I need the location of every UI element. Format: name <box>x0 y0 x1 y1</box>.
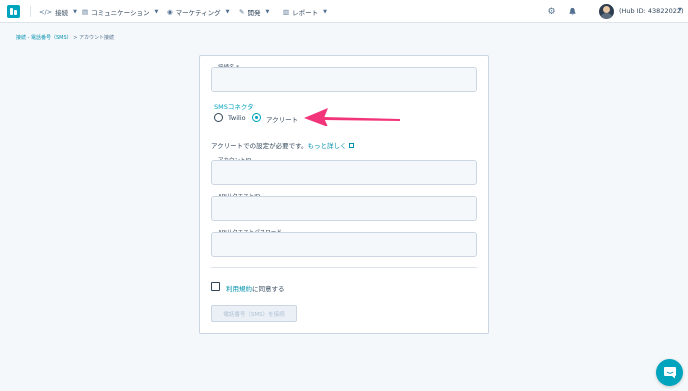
nav-marketing[interactable]: ◉ マーケティング ▼ <box>167 6 230 17</box>
user-avatar[interactable] <box>599 4 614 19</box>
wrench-icon: ✎ <box>239 7 245 16</box>
chat-bubble-icon <box>663 367 676 379</box>
nav-communication[interactable]: ▤ コミュニケーション ▼ <box>82 6 158 17</box>
setup-note: アクリートでの設定が必要です。もっと詳しく <box>211 140 354 150</box>
sms-connector-label: SMSコネクタ <box>214 103 254 111</box>
breadcrumb-current: アカウント接続 <box>79 35 115 41</box>
connect-sms-button[interactable]: 電話番号（SMS）を接続 <box>211 305 297 322</box>
external-link-icon <box>348 143 354 148</box>
terms-agreement: 利用規約に同意する <box>226 283 285 293</box>
nav-communication-label: コミュニケーション <box>91 8 150 17</box>
bell-icon[interactable] <box>567 6 578 17</box>
chat-launcher[interactable] <box>656 359 683 386</box>
nav-divider <box>30 6 31 17</box>
code-icon: </> <box>39 7 53 16</box>
broadcast-icon: ◉ <box>167 7 173 16</box>
setup-note-text: アクリートでの設定が必要です。 <box>211 142 308 150</box>
nav-connect-label: 接続 <box>55 8 69 17</box>
form-divider <box>211 267 477 268</box>
breadcrumb: 接続 - 電話番号（SMS） > アカウント接続 <box>16 34 114 41</box>
top-nav: </> 接続 ▼ ▤ コミュニケーション ▼ ◉ マーケティング ▼ ✎ 開発 … <box>0 0 688 23</box>
api-request-password-input[interactable] <box>211 232 477 257</box>
breadcrumb-parent-link[interactable]: 接続 - 電話番号（SMS） <box>16 35 72 41</box>
radio-twilio-label[interactable]: Twilio <box>228 114 246 122</box>
connection-name-input[interactable] <box>211 67 477 92</box>
radio-accrete-label[interactable]: アクリート <box>266 114 298 124</box>
chevron-down-icon[interactable]: ▼ <box>678 7 682 13</box>
breadcrumb-separator: > <box>73 35 78 41</box>
terms-link[interactable]: 利用規約 <box>226 285 252 293</box>
learn-more-link[interactable]: もっと詳しく <box>308 142 347 150</box>
nav-connect[interactable]: </> 接続 ▼ <box>39 6 77 17</box>
account-id-input[interactable] <box>211 160 477 185</box>
nav-reports[interactable]: ▥ レポート ▼ <box>283 6 327 17</box>
radio-twilio[interactable] <box>214 113 223 122</box>
app-logo[interactable] <box>7 5 20 18</box>
chevron-down-icon: ▼ <box>323 8 328 15</box>
chevron-down-icon: ▼ <box>265 8 270 15</box>
bar-chart-icon: ▥ <box>283 7 290 16</box>
nav-marketing-label: マーケティング <box>175 8 221 17</box>
terms-suffix: に同意する <box>252 285 285 293</box>
nav-develop-label: 開発 <box>247 8 261 17</box>
hub-id-label[interactable]: (Hub ID: 43822022) <box>619 7 684 15</box>
settings-gear-icon[interactable]: ⚙ <box>546 6 557 17</box>
api-request-id-input[interactable] <box>211 196 477 221</box>
chat-icon: ▤ <box>82 7 89 16</box>
radio-accrete[interactable] <box>252 113 261 122</box>
annotation-arrow <box>304 108 400 126</box>
terms-checkbox[interactable] <box>211 282 220 291</box>
chevron-down-icon: ▼ <box>73 8 77 15</box>
nav-reports-label: レポート <box>292 8 319 17</box>
chevron-down-icon: ▼ <box>154 8 159 15</box>
nav-develop[interactable]: ✎ 開発 ▼ <box>239 6 269 17</box>
chevron-down-icon: ▼ <box>225 8 230 15</box>
